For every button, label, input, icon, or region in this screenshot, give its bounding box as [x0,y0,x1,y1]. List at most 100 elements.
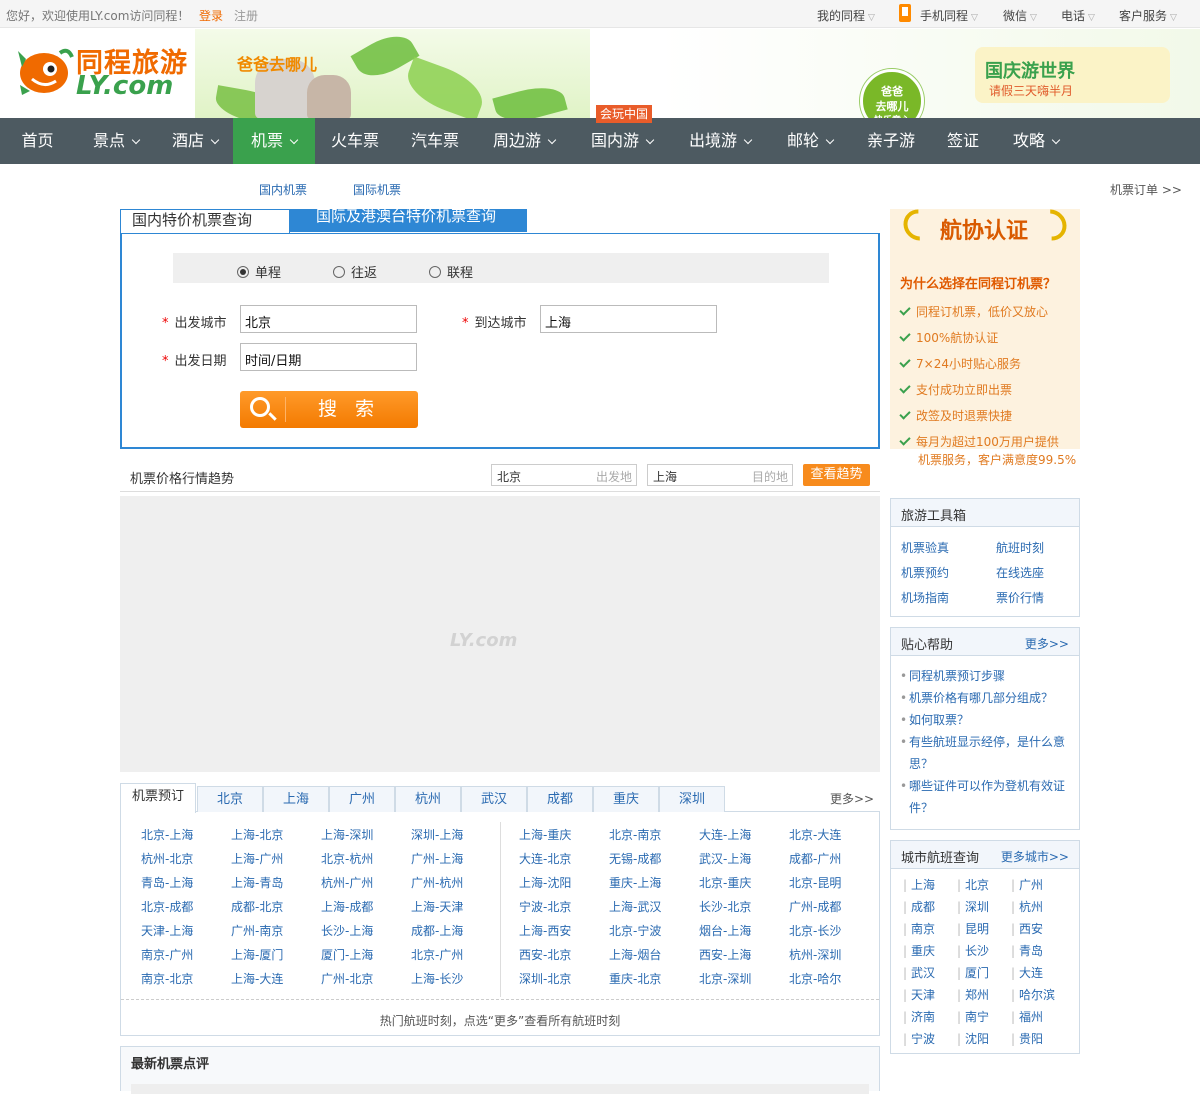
help-item[interactable]: 哪些证件可以作为登机有效证 [900,775,1069,797]
nav-family[interactable]: 亲子游 [851,118,931,164]
register-link[interactable]: 注册 [234,7,258,24]
departure-city-input[interactable]: 北京 [240,305,417,333]
route-link[interactable]: 上海-大连 [231,970,283,987]
city-link[interactable]: 长沙 [957,942,989,959]
city-link[interactable]: 沈阳 [957,1030,989,1047]
route-link[interactable]: 北京-昆明 [789,874,841,891]
nav-cruise[interactable]: 邮轮 [769,118,851,164]
route-link[interactable]: 北京-成都 [141,898,193,915]
route-link[interactable]: 北京-上海 [141,826,193,843]
nav-guides[interactable]: 攻略 [995,118,1077,164]
city-link[interactable]: 天津 [903,986,935,1003]
city-link[interactable]: 上海 [903,876,935,893]
help-item[interactable]: 有些航班显示经停，是什么意 [900,731,1069,753]
route-link[interactable]: 北京-长沙 [789,922,841,939]
tab-domestic-search[interactable]: 国内特价机票查询 [120,209,290,234]
route-link[interactable]: 重庆-上海 [609,874,661,891]
route-link[interactable]: 广州-北京 [321,970,373,987]
city-link[interactable]: 哈尔滨 [1011,986,1055,1003]
nav-domestic[interactable]: 国内游 [573,118,671,164]
city-link[interactable]: 贵阳 [1011,1030,1043,1047]
route-link[interactable]: 厦门-上海 [321,946,373,963]
tab-city-chengdu[interactable]: 成都 [527,786,593,812]
tool-airport-guide[interactable]: 机场指南 [901,589,949,606]
route-link[interactable]: 上海-厦门 [231,946,283,963]
route-link[interactable]: 上海-广州 [231,850,283,867]
tool-ticket-verify[interactable]: 机票验真 [901,539,949,556]
route-link[interactable]: 上海-深圳 [321,826,373,843]
login-link[interactable]: 登录 [199,7,223,24]
route-link[interactable]: 北京-南京 [609,826,661,843]
phone-link[interactable]: 电话 ▽ [1061,7,1095,24]
route-link[interactable]: 成都-上海 [411,922,463,939]
tab-intl-search[interactable]: 国际及港澳台特价机票查询 [290,209,527,232]
city-link[interactable]: 宁波 [903,1030,935,1047]
help-item[interactable]: 如何取票？ [900,709,1069,731]
route-link[interactable]: 北京-深圳 [699,970,751,987]
tab-city-shenzhen[interactable]: 深圳 [659,786,725,812]
tab-city-shanghai[interactable]: 上海 [263,786,329,812]
radio-multi-city[interactable]: 联程 [429,262,473,281]
city-link[interactable]: 郑州 [957,986,989,1003]
route-link[interactable]: 北京-哈尔 [789,970,841,987]
city-link[interactable]: 昆明 [957,920,989,937]
route-link[interactable]: 青岛-上海 [141,874,193,891]
route-link[interactable]: 成都-广州 [789,850,841,867]
city-link[interactable]: 西安 [1011,920,1043,937]
national-day-ad[interactable]: 国庆游世界 请假三天嗨半月 [975,47,1170,103]
nav-attractions[interactable]: 景点 [75,118,157,164]
city-link[interactable]: 深圳 [957,898,989,915]
city-link[interactable]: 大连 [1011,964,1043,981]
route-link[interactable]: 广州-杭州 [411,874,463,891]
route-link[interactable]: 上海-青岛 [231,874,283,891]
departure-date-input[interactable]: 时间/日期 [240,343,417,371]
route-link[interactable]: 南京-北京 [141,970,193,987]
route-link[interactable]: 北京-重庆 [699,874,751,891]
tab-city-guangzhou[interactable]: 广州 [329,786,395,812]
more-cities-link[interactable]: 更多城市>> [1001,848,1069,865]
routes-more-link[interactable]: 更多>> [830,790,874,807]
route-link[interactable]: 大连-北京 [519,850,571,867]
tool-ticket-reserve[interactable]: 机票预约 [901,564,949,581]
city-link[interactable]: 重庆 [903,942,935,959]
city-link[interactable]: 广州 [1011,876,1043,893]
route-link[interactable]: 成都-北京 [231,898,283,915]
route-link[interactable]: 武汉-上海 [699,850,751,867]
route-link[interactable]: 南京-广州 [141,946,193,963]
nav-home[interactable]: 首页 [0,118,75,164]
city-link[interactable]: 厦门 [957,964,989,981]
route-link[interactable]: 上海-武汉 [609,898,661,915]
route-link[interactable]: 上海-重庆 [519,826,571,843]
tool-seat-select[interactable]: 在线选座 [996,564,1044,581]
route-link[interactable]: 北京-广州 [411,946,463,963]
route-link[interactable]: 上海-烟台 [609,946,661,963]
route-link[interactable]: 天津-上海 [141,922,193,939]
route-link[interactable]: 长沙-北京 [699,898,751,915]
help-item-cont[interactable]: 件？ [909,797,1069,819]
route-link[interactable]: 杭州-深圳 [789,946,841,963]
route-link[interactable]: 烟台-上海 [699,922,751,939]
route-link[interactable]: 大连-上海 [699,826,751,843]
route-link[interactable]: 上海-天津 [411,898,463,915]
fish-logo-icon[interactable] [16,45,74,97]
route-link[interactable]: 上海-成都 [321,898,373,915]
tab-city-chongqing[interactable]: 重庆 [593,786,659,812]
promo-banner[interactable]: 爸爸去哪儿 [195,29,590,118]
route-link[interactable]: 宁波-北京 [519,898,571,915]
route-link[interactable]: 上海-沈阳 [519,874,571,891]
tab-city-beijing[interactable]: 北京 [197,786,263,812]
nav-hotels[interactable]: 酒店 [157,118,233,164]
city-link[interactable]: 济南 [903,1008,935,1025]
nav-buses[interactable]: 汽车票 [395,118,475,164]
nav-visa[interactable]: 签证 [931,118,995,164]
help-item-cont[interactable]: 思？ [909,753,1069,775]
tool-fare-trends[interactable]: 票价行情 [996,589,1044,606]
help-item[interactable]: 同程机票预订步骤 [900,665,1069,687]
subnav-intl-flights[interactable]: 国际机票 [353,181,401,198]
route-link[interactable]: 西安-北京 [519,946,571,963]
wechat-link[interactable]: 微信 ▽ [1003,7,1037,24]
route-link[interactable]: 杭州-北京 [141,850,193,867]
route-link[interactable]: 长沙-上海 [321,922,373,939]
city-link[interactable]: 成都 [903,898,935,915]
nav-trains[interactable]: 火车票 [315,118,395,164]
